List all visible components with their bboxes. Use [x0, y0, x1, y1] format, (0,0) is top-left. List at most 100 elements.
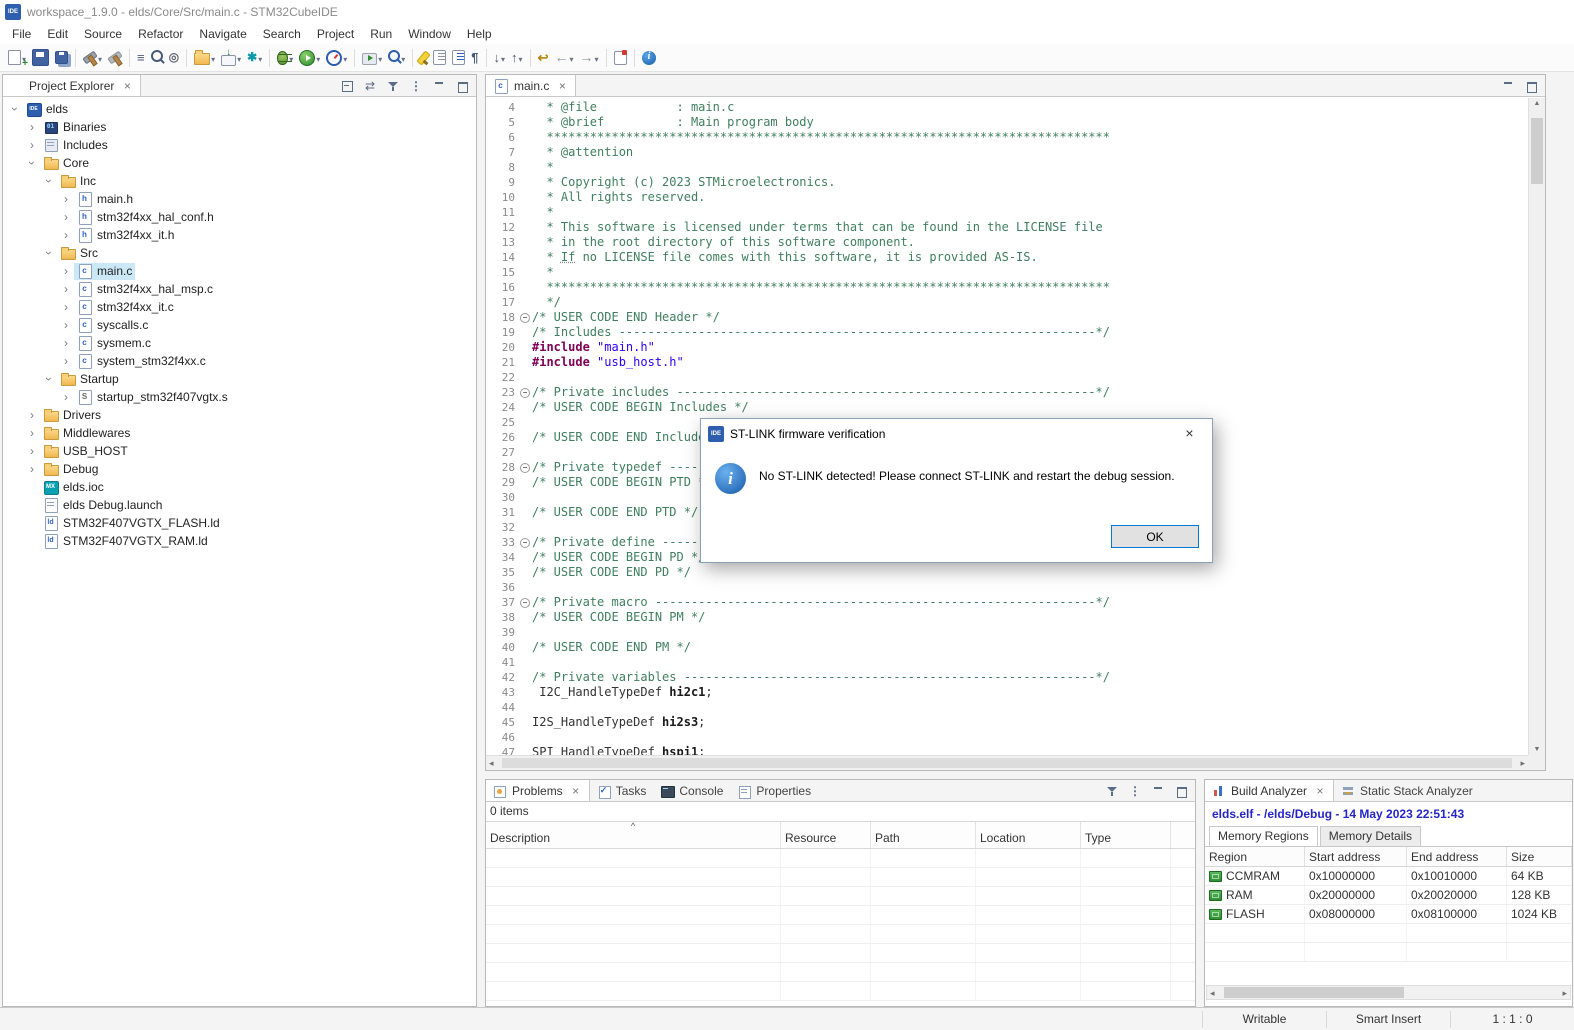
close-tab-icon[interactable]	[1314, 784, 1326, 798]
tab-project-explorer[interactable]: Project Explorer	[3, 75, 141, 96]
filter-icon[interactable]	[386, 79, 400, 93]
tree-item-stm32f4xx-it-c[interactable]: stm32f4xx_it.c	[3, 298, 476, 316]
twisty-icon[interactable]	[24, 138, 40, 152]
dropdown-arrow-icon[interactable]	[400, 51, 405, 65]
tree-item-stm32f407vgtx-flash-ld[interactable]: STM32F407VGTX_FLASH.ld	[3, 514, 476, 532]
dropdown-arrow-icon[interactable]	[500, 51, 505, 65]
tree-item-stm32f4xx-hal-msp-c[interactable]: stm32f4xx_hal_msp.c	[3, 280, 476, 298]
tab-properties[interactable]: Properties	[730, 780, 818, 801]
dropdown-arrow-icon[interactable]	[593, 51, 598, 65]
view-menu-icon[interactable]	[409, 79, 423, 93]
dropdown-arrow-icon[interactable]	[315, 51, 320, 65]
tree-item-drivers[interactable]: Drivers	[3, 406, 476, 424]
memory-region-row-flash[interactable]: FLASH0x080000000x081000001024 KB	[1205, 905, 1572, 924]
code-generation-icon[interactable]	[245, 46, 264, 70]
new-console-icon[interactable]	[135, 46, 147, 70]
tree-item-main-h[interactable]: main.h	[3, 190, 476, 208]
tree-item-elds-debug-launch[interactable]: elds Debug.launch	[3, 496, 476, 514]
link-with-editor-icon[interactable]	[363, 79, 377, 93]
twisty-icon[interactable]	[24, 120, 40, 134]
tab-console[interactable]: Console	[653, 780, 730, 801]
twisty-icon[interactable]	[42, 245, 56, 261]
scrollbar-thumb[interactable]	[1224, 987, 1404, 998]
tree-item-usb-host[interactable]: USB_HOST	[3, 442, 476, 460]
tab-problems[interactable]: Problems	[486, 780, 590, 801]
tree-item-main-c[interactable]: main.c	[3, 262, 476, 280]
column-header-size[interactable]: Size	[1507, 847, 1572, 866]
target-status-icon[interactable]	[167, 46, 181, 70]
tree-item-startup[interactable]: Startup	[3, 370, 476, 388]
twisty-icon[interactable]	[25, 155, 39, 171]
twisty-icon[interactable]	[24, 408, 40, 422]
twisty-icon[interactable]	[58, 192, 74, 206]
scrollbar-thumb[interactable]	[502, 758, 1512, 768]
menu-run[interactable]: Run	[362, 25, 400, 43]
tab-tasks[interactable]: Tasks	[590, 780, 654, 801]
save-all-icon[interactable]	[53, 46, 70, 70]
twisty-icon[interactable]	[58, 282, 74, 296]
twisty-icon[interactable]	[58, 390, 74, 404]
tree-item-elds-ioc[interactable]: elds.ioc	[3, 478, 476, 496]
close-tab-icon[interactable]	[570, 784, 582, 798]
close-tab-icon[interactable]	[556, 79, 568, 93]
tree-item-sysmem-c[interactable]: sysmem.c	[3, 334, 476, 352]
dropdown-arrow-icon[interactable]	[236, 51, 241, 65]
maximize-icon[interactable]	[1524, 79, 1538, 93]
dropdown-arrow-icon[interactable]	[97, 51, 102, 65]
dropdown-arrow-icon[interactable]	[568, 51, 573, 65]
tree-item-debug[interactable]: Debug	[3, 460, 476, 478]
open-element-icon[interactable]	[149, 46, 165, 70]
dropdown-arrow-icon[interactable]	[257, 51, 262, 65]
save-icon[interactable]	[30, 46, 51, 70]
memory-region-row-ram[interactable]: RAM0x200000000x20020000128 KB	[1205, 886, 1572, 905]
twisty-icon[interactable]	[58, 300, 74, 314]
editor-vertical-scrollbar[interactable]	[1528, 98, 1545, 755]
editor-horizontal-scrollbar[interactable]	[486, 755, 1528, 770]
menu-project[interactable]: Project	[309, 25, 362, 43]
column-header-description[interactable]: Description	[486, 822, 781, 848]
show-selected-element-icon[interactable]	[450, 46, 467, 70]
info-icon[interactable]	[640, 46, 658, 70]
close-tab-icon[interactable]	[121, 79, 133, 93]
dropdown-arrow-icon[interactable]	[210, 51, 215, 65]
tree-item-stm32f407vgtx-ram-ld[interactable]: STM32F407VGTX_RAM.ld	[3, 532, 476, 550]
import-icon[interactable]	[219, 46, 243, 70]
dropdown-arrow-icon[interactable]	[377, 51, 382, 65]
show-annotations-icon[interactable]	[431, 46, 448, 70]
show-whitespace-icon[interactable]	[469, 46, 480, 70]
fold-collapse-icon[interactable]	[518, 460, 532, 475]
tab-static-stack-analyzer[interactable]: Static Stack Analyzer	[1334, 780, 1480, 801]
new-wizard-icon[interactable]	[6, 46, 28, 70]
twisty-icon[interactable]	[58, 210, 74, 224]
collapse-all-icon[interactable]	[340, 79, 354, 93]
twisty-icon[interactable]	[58, 354, 74, 368]
tree-item-stm32f4xx-it-h[interactable]: stm32f4xx_it.h	[3, 226, 476, 244]
column-header-region[interactable]: Region	[1205, 847, 1305, 866]
fold-collapse-icon[interactable]	[518, 595, 532, 610]
search-icon[interactable]	[386, 46, 407, 70]
menu-help[interactable]: Help	[459, 25, 500, 43]
subtab-memory-regions[interactable]: Memory Regions	[1209, 826, 1318, 846]
tree-item-stm32f4xx-hal-conf-h[interactable]: stm32f4xx_hal_conf.h	[3, 208, 476, 226]
pin-editor-icon[interactable]	[612, 46, 629, 70]
dialog-close-icon[interactable]	[1167, 419, 1212, 448]
column-header-location[interactable]: Location	[976, 822, 1081, 848]
minimize-icon[interactable]	[1151, 784, 1165, 798]
forward-icon[interactable]	[577, 46, 600, 70]
mark-occurrences-icon[interactable]	[418, 46, 429, 70]
dropdown-arrow-icon[interactable]	[518, 51, 523, 65]
menu-navigate[interactable]: Navigate	[191, 25, 254, 43]
ok-button[interactable]: OK	[1111, 525, 1199, 548]
menu-search[interactable]: Search	[255, 25, 309, 43]
fold-collapse-icon[interactable]	[518, 310, 532, 325]
analyzer-horizontal-scrollbar[interactable]	[1206, 985, 1571, 1000]
run-icon[interactable]	[297, 46, 322, 70]
fold-collapse-icon[interactable]	[518, 535, 532, 550]
twisty-icon[interactable]	[58, 228, 74, 242]
tab-build-analyzer[interactable]: Build Analyzer	[1205, 780, 1334, 801]
subtab-memory-details[interactable]: Memory Details	[1320, 826, 1421, 846]
tree-item-binaries[interactable]: Binaries	[3, 118, 476, 136]
tree-item-inc[interactable]: Inc	[3, 172, 476, 190]
view-menu-icon[interactable]	[1128, 784, 1142, 798]
dropdown-arrow-icon[interactable]	[288, 51, 293, 65]
